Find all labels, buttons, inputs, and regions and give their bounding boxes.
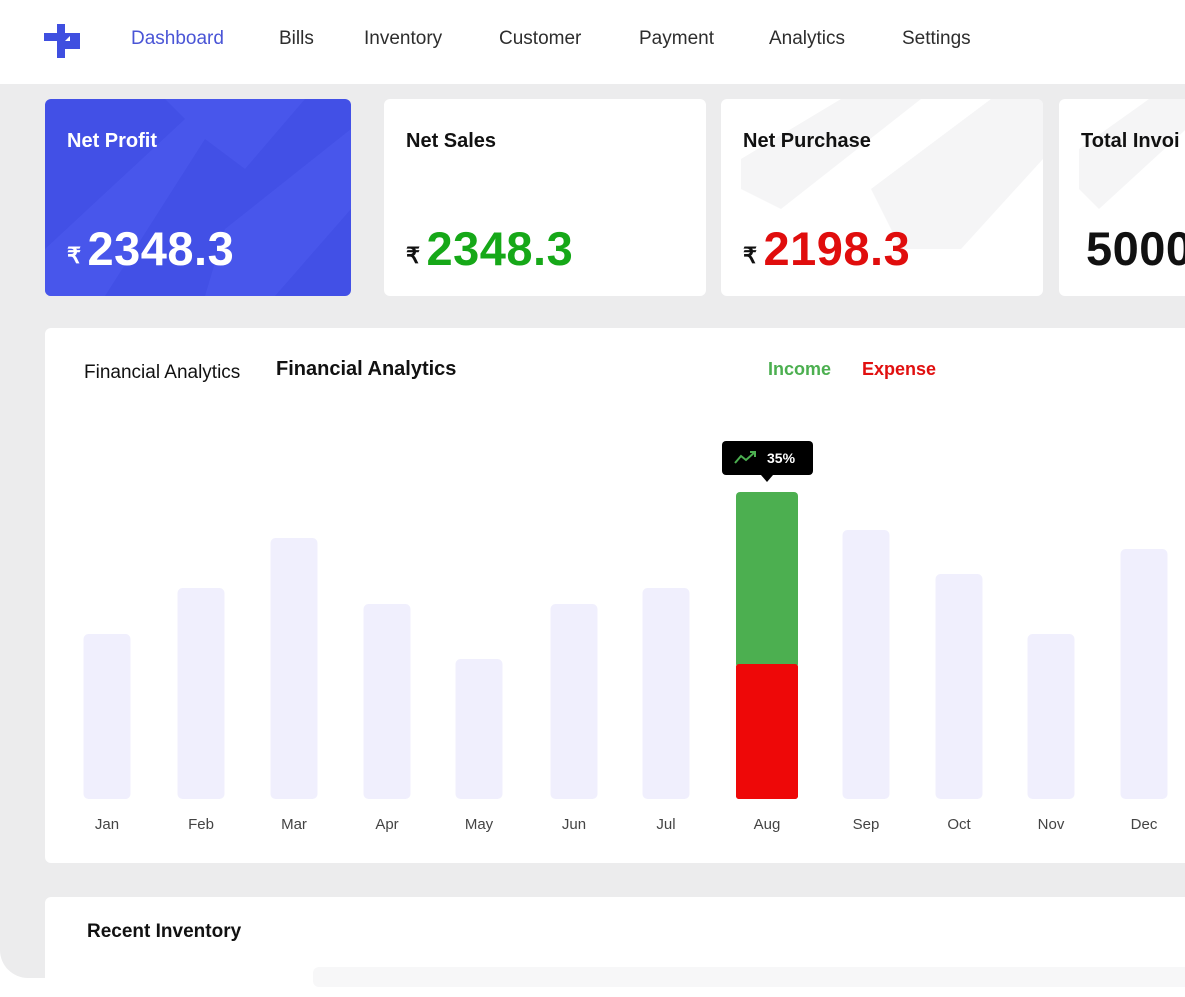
stat-value: ₹2348.3 bbox=[406, 222, 574, 275]
nav-item-inventory[interactable]: Inventory bbox=[364, 28, 442, 50]
nav-item-bills[interactable]: Bills bbox=[279, 28, 314, 50]
x-tick-label-mar: Mar bbox=[281, 816, 307, 833]
tooltip-pointer bbox=[761, 475, 773, 482]
x-tick-label-jan: Jan bbox=[95, 816, 119, 833]
plus-cross-logo-icon[interactable] bbox=[44, 24, 80, 58]
stat-card-net-sales[interactable]: Net Sales ₹2348.3 bbox=[384, 99, 706, 296]
x-tick-label-sep: Sep bbox=[853, 816, 880, 833]
x-tick-label-feb: Feb bbox=[188, 816, 214, 833]
stat-value: 5000 bbox=[1086, 222, 1185, 275]
legend-expense[interactable]: Expense bbox=[862, 359, 936, 380]
financial-analytics-card: Jan Feb Mar Apr May Jun Jul 35% Aug Sep Oct Nov Dec … bbox=[45, 328, 1185, 863]
stat-title: Net Profit bbox=[67, 130, 157, 152]
chart-title: Financial Analytics bbox=[276, 358, 457, 380]
nav-item-customer[interactable]: Customer bbox=[499, 28, 581, 50]
x-tick-label-apr: Apr bbox=[375, 816, 398, 833]
bar-nov[interactable] bbox=[1027, 634, 1075, 799]
nav-item-settings[interactable]: Settings bbox=[902, 28, 971, 50]
bar-sep[interactable] bbox=[842, 530, 890, 799]
x-tick-label-jun: Jun bbox=[562, 816, 586, 833]
bar-jan[interactable] bbox=[83, 634, 131, 799]
stat-card-net-purchase[interactable]: Net Purchase ₹2198.3 bbox=[721, 99, 1043, 296]
nav-item-dashboard[interactable]: Dashboard bbox=[131, 28, 224, 50]
stat-title: Total Invoi bbox=[1081, 130, 1180, 152]
nav-item-payment[interactable]: Payment bbox=[639, 28, 714, 50]
stat-card-total-invoice[interactable]: Total Invoi 5000 bbox=[1059, 99, 1185, 296]
bar-jul[interactable] bbox=[642, 588, 690, 799]
bar-expense-overlay-aug bbox=[736, 664, 798, 799]
x-tick-label-oct: Oct bbox=[947, 816, 971, 833]
bar-oct[interactable] bbox=[935, 574, 983, 799]
x-tick-label-jul: Jul bbox=[656, 816, 675, 833]
stat-title: Net Purchase bbox=[743, 130, 871, 152]
x-tick-label-dec: Dec bbox=[1131, 816, 1158, 833]
bar-may[interactable] bbox=[455, 659, 503, 799]
stat-title: Net Sales bbox=[406, 130, 497, 152]
legend-income[interactable]: Income bbox=[768, 359, 831, 380]
bar-mar[interactable] bbox=[270, 538, 318, 799]
tooltip-change-label: 35% bbox=[767, 450, 796, 466]
bar-jun[interactable] bbox=[550, 604, 598, 799]
top-navbar: Dashboard Bills Inventory Customer Payme… bbox=[0, 0, 1185, 84]
recent-inventory-title: Recent Inventory bbox=[87, 921, 242, 942]
chart-section-label: Financial Analytics bbox=[84, 362, 241, 383]
x-tick-label-nov: Nov bbox=[1038, 816, 1065, 833]
recent-inventory-card: Recent Inventory bbox=[45, 897, 1185, 997]
inventory-table-header bbox=[313, 967, 1185, 987]
stat-value: ₹2198.3 bbox=[743, 222, 911, 275]
x-tick-label-aug: Aug bbox=[754, 816, 781, 833]
bar-income-aug[interactable] bbox=[736, 492, 798, 668]
x-tick-label-may: May bbox=[465, 816, 494, 833]
stat-card-net-profit[interactable]: Net Profit ₹2348.3 bbox=[45, 99, 351, 296]
financial-analytics-chart: Jan Feb Mar Apr May Jun Jul 35% Aug Sep Oct Nov Dec bbox=[83, 441, 1168, 833]
bar-feb[interactable] bbox=[177, 588, 225, 799]
bar-dec[interactable] bbox=[1120, 549, 1168, 799]
bar-apr[interactable] bbox=[363, 604, 411, 799]
nav-item-analytics[interactable]: Analytics bbox=[769, 28, 845, 50]
stat-value: ₹2348.3 bbox=[67, 222, 235, 275]
